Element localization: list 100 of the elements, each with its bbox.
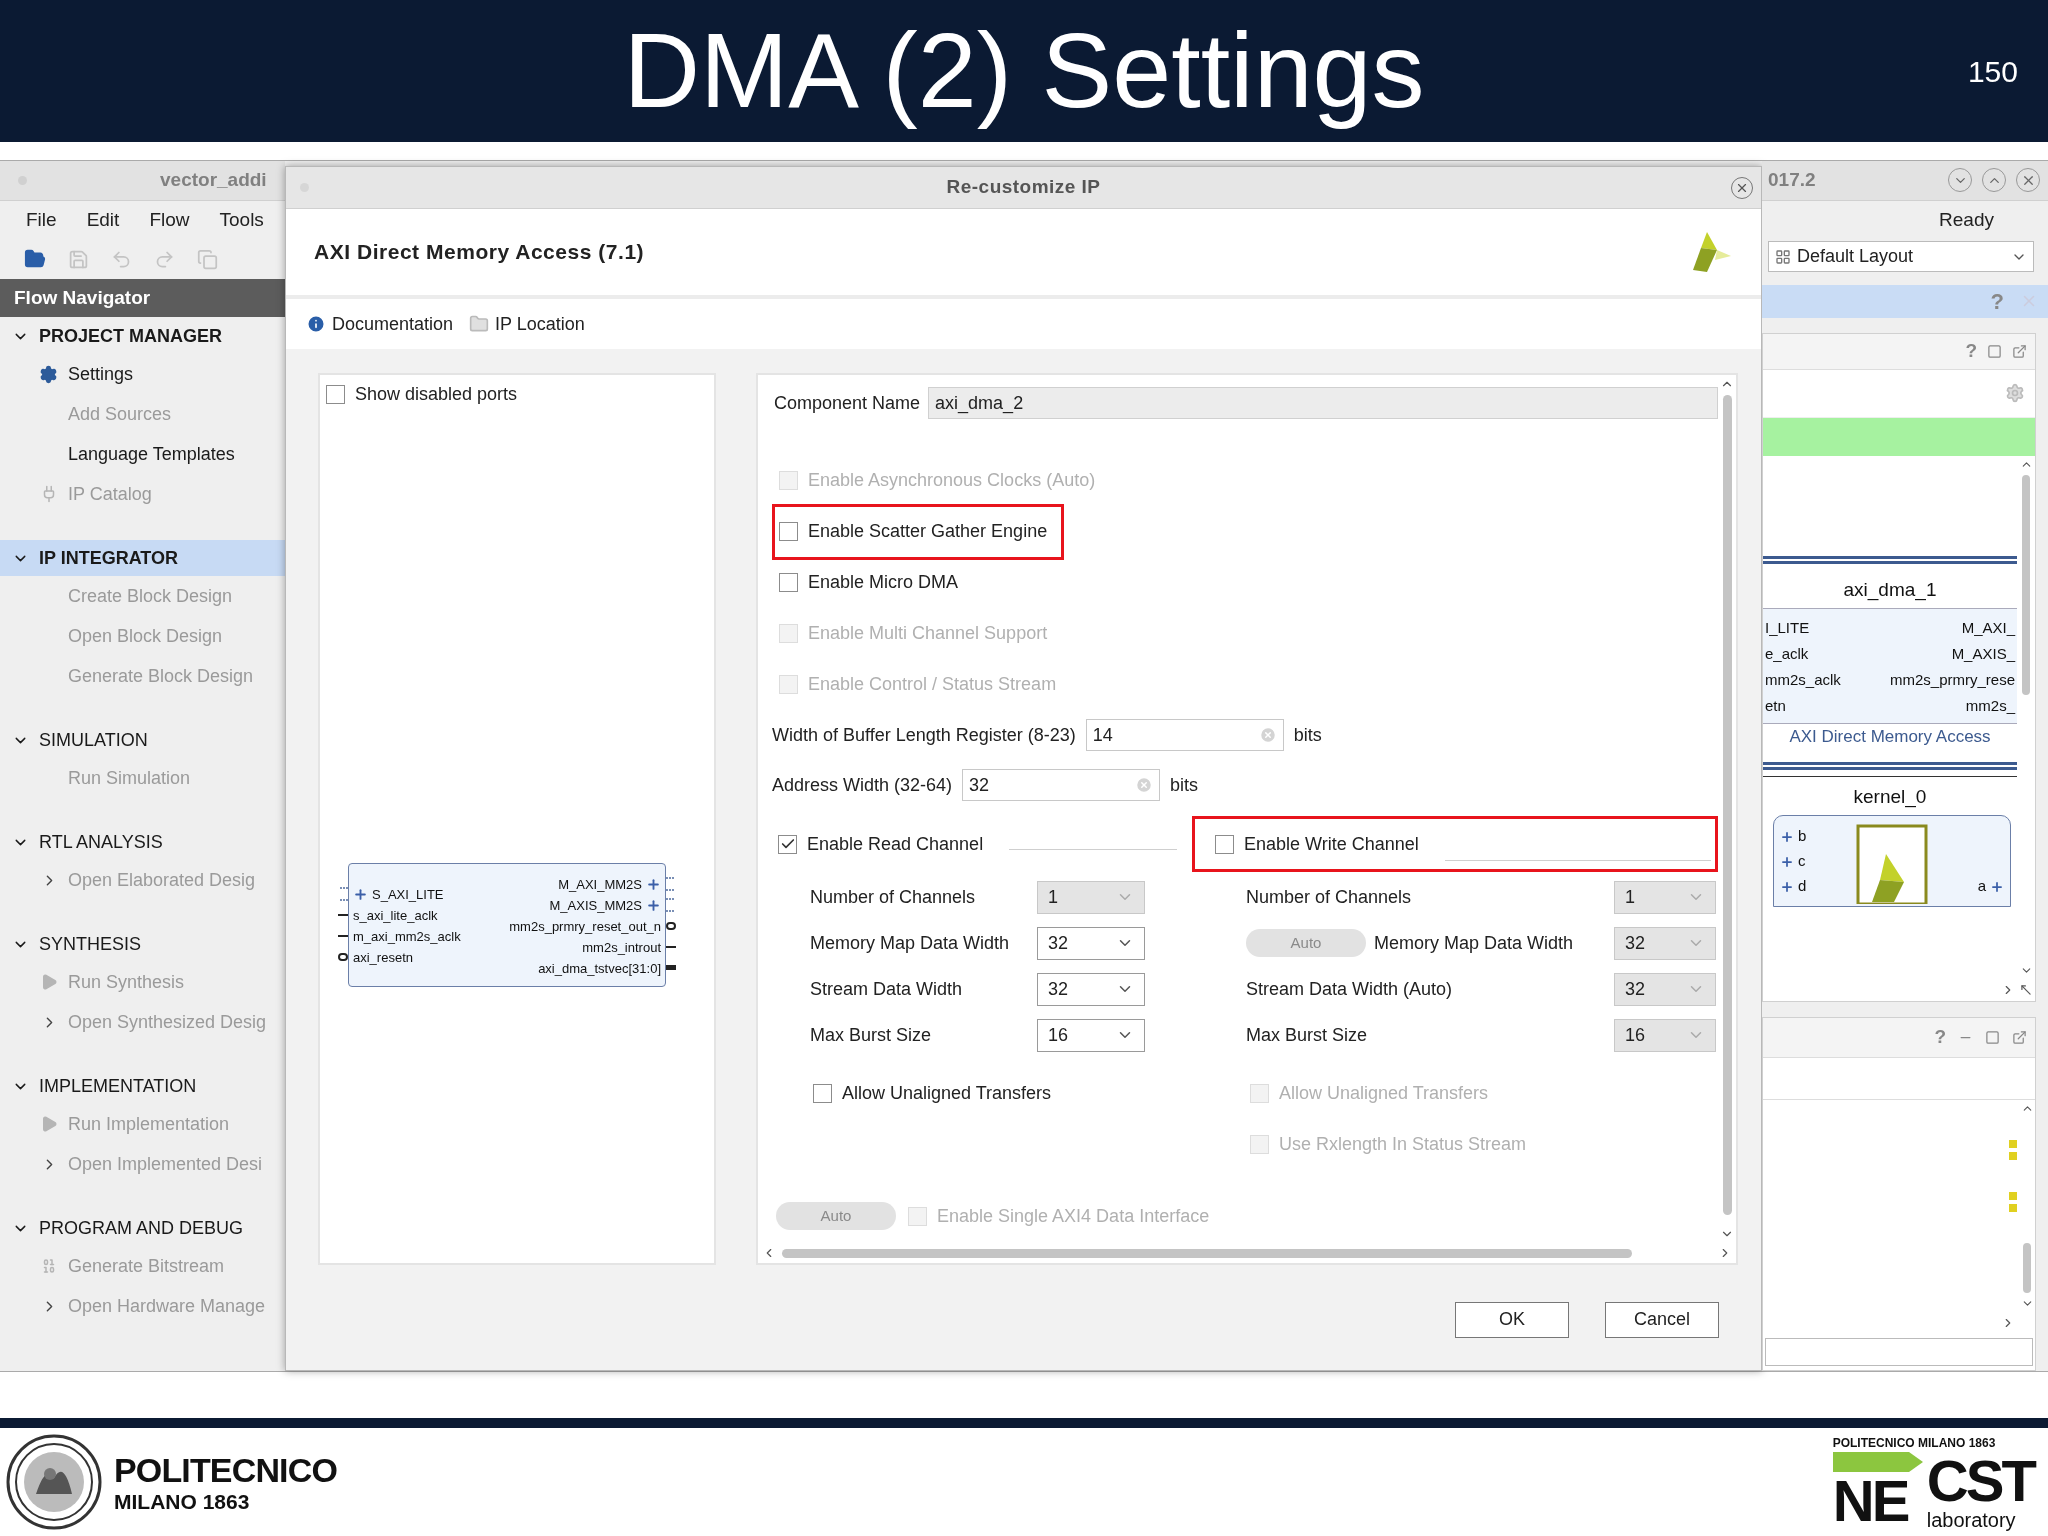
plus-icon[interactable] bbox=[1990, 879, 2004, 894]
checkbox-label: Enable Scatter Gather Engine bbox=[808, 520, 1048, 543]
component-name-field[interactable]: axi_dma_2 bbox=[928, 387, 1718, 419]
checkbox-label: Allow Unaligned Transfers bbox=[842, 1082, 1052, 1105]
checkbox[interactable] bbox=[779, 522, 798, 541]
plus-icon[interactable] bbox=[1780, 854, 1794, 869]
play-icon bbox=[40, 1115, 58, 1133]
field-label: Address Width (32-64) bbox=[772, 773, 953, 797]
field-label: Width of Buffer Length Register (8-23) bbox=[772, 723, 1076, 747]
dropdown[interactable]: 16 bbox=[1037, 1018, 1145, 1052]
checkbox[interactable] bbox=[779, 573, 798, 592]
dropdown[interactable]: 32 bbox=[1037, 926, 1145, 960]
gear-icon bbox=[39, 364, 58, 384]
toolbar-link[interactable]: Documentation bbox=[332, 310, 454, 338]
maximize-icon[interactable] bbox=[1987, 343, 2002, 359]
scrollbar-thumb[interactable] bbox=[2023, 1243, 2031, 1293]
marker-icon bbox=[2009, 1192, 2017, 1201]
dialog-button[interactable]: OK bbox=[1455, 1301, 1569, 1338]
page-number: 150 bbox=[1967, 53, 2018, 90]
info-icon bbox=[306, 314, 326, 334]
number-field[interactable]: 32 bbox=[962, 769, 1161, 801]
ip-name: AXI Direct Memory Access (7.1) bbox=[314, 239, 645, 266]
play-icon bbox=[40, 973, 58, 991]
number-field[interactable]: 14 bbox=[1085, 719, 1284, 751]
channel-label: Enable Read Channel bbox=[807, 832, 984, 856]
port-label: I_LITE bbox=[1765, 618, 1811, 639]
param-label: Number of Channels bbox=[1246, 885, 1412, 909]
port-label: axi_resetn bbox=[353, 948, 413, 967]
menu-item[interactable]: File bbox=[26, 205, 57, 235]
unit-label: bits bbox=[1293, 723, 1322, 747]
port-label: b bbox=[1798, 826, 1807, 847]
checkbox-label: Enable Multi Channel Support bbox=[808, 622, 1048, 645]
toolbar-link[interactable]: IP Location bbox=[495, 310, 585, 338]
port-label: mm2s_introut bbox=[582, 938, 661, 957]
param-label: Memory Map Data Width bbox=[1374, 931, 1574, 955]
corner-arrow-icon[interactable] bbox=[2019, 983, 2033, 998]
scrollbar-thumb[interactable] bbox=[782, 1248, 1632, 1258]
plus-icon[interactable] bbox=[646, 898, 661, 913]
menu-item[interactable]: Flow bbox=[149, 205, 190, 235]
settings-icon[interactable] bbox=[2005, 383, 2025, 404]
checkbox-label: Enable Control / Status Stream bbox=[808, 673, 1057, 696]
wire-port-icon bbox=[666, 945, 676, 948]
logo-letters: CST bbox=[1926, 1452, 2034, 1510]
menu-item[interactable]: Edit bbox=[86, 205, 120, 235]
port-label: M_AXI_MM2S bbox=[558, 875, 642, 894]
port-label: mm2s_ bbox=[1965, 696, 2015, 717]
navigator-header: Flow Navigator bbox=[0, 279, 285, 317]
float-icon[interactable] bbox=[2012, 343, 2027, 359]
marker-icon bbox=[2009, 1204, 2017, 1213]
plus-icon[interactable] bbox=[1780, 879, 1794, 894]
menu-item[interactable]: Tools bbox=[219, 205, 264, 235]
float-icon[interactable] bbox=[2012, 1030, 2027, 1046]
navigator-section[interactable]: PROJECT MANAGER bbox=[0, 318, 285, 354]
status-text: Ready bbox=[1939, 207, 1994, 232]
maximize-icon[interactable] bbox=[1985, 1030, 2000, 1046]
navigator-section[interactable]: IMPLEMENTATION bbox=[0, 1068, 285, 1104]
layout-dropdown[interactable]: Default Layout bbox=[1768, 241, 2034, 273]
unit-label: bits bbox=[1170, 773, 1199, 797]
param-label: Stream Data Width (Auto) bbox=[1246, 977, 1453, 1001]
lab-affiliation: POLITECNICO MILANO 1863 bbox=[1832, 1435, 1996, 1452]
port-label: M_AXIS_ bbox=[1951, 644, 2015, 665]
port-label: M_AXI_ bbox=[1961, 618, 2015, 639]
layout-icon bbox=[1775, 248, 1791, 265]
field-label: Component Name bbox=[774, 391, 921, 415]
param-label: Number of Channels bbox=[810, 885, 976, 909]
open-folder-icon[interactable] bbox=[24, 248, 46, 270]
seal-icon bbox=[6, 1434, 102, 1530]
scrollbar-thumb[interactable] bbox=[1722, 395, 1732, 1215]
port-label: axi_dma_tstvec[31:0] bbox=[538, 959, 661, 978]
dialog-button[interactable]: Cancel bbox=[1605, 1301, 1719, 1338]
port-label: a bbox=[1977, 876, 1986, 897]
navigator-section[interactable]: RTL ANALYSIS bbox=[0, 824, 285, 860]
navigator-section[interactable]: SYNTHESIS bbox=[0, 926, 285, 962]
scrollbar-thumb[interactable] bbox=[2022, 474, 2030, 695]
navigator-item[interactable]: Settings bbox=[68, 360, 134, 388]
slide-title: DMA (2) Settings bbox=[622, 10, 1426, 132]
plus-icon[interactable] bbox=[646, 877, 661, 892]
plus-icon[interactable] bbox=[353, 887, 368, 902]
marker-icon bbox=[2009, 1152, 2017, 1161]
logo-letters: NE bbox=[1832, 1472, 1909, 1530]
port-label: c bbox=[1798, 851, 1806, 872]
param-label: Stream Data Width bbox=[810, 977, 963, 1001]
logo-name: POLITECNICO bbox=[114, 1452, 337, 1487]
checkbox[interactable] bbox=[813, 1084, 832, 1103]
checkbox-label: Use Rxlength In Status Stream bbox=[1279, 1133, 1527, 1156]
dialog-title: Re-customize IP bbox=[946, 175, 1101, 200]
navigator-section[interactable]: SIMULATION bbox=[0, 722, 285, 758]
arrow-logo-icon bbox=[1832, 1452, 1923, 1472]
plus-icon[interactable] bbox=[1780, 829, 1794, 844]
dropdown[interactable]: 32 bbox=[1037, 972, 1145, 1006]
bus-port-icon bbox=[666, 897, 674, 912]
navigator-item[interactable]: Language Templates bbox=[68, 440, 235, 468]
checkbox[interactable] bbox=[326, 385, 345, 404]
checkbox[interactable] bbox=[778, 834, 797, 854]
port-label: mm2s_prmry_reset_out_n bbox=[509, 917, 661, 936]
checkbox-label: Enable Single AXI4 Data Interface bbox=[937, 1204, 1210, 1228]
command-input[interactable] bbox=[1765, 1338, 2033, 1366]
navigator-section[interactable]: PROGRAM AND DEBUG bbox=[0, 1210, 285, 1246]
navigator-section[interactable]: IP INTEGRATOR bbox=[0, 540, 285, 576]
checkbox[interactable] bbox=[1215, 834, 1234, 854]
